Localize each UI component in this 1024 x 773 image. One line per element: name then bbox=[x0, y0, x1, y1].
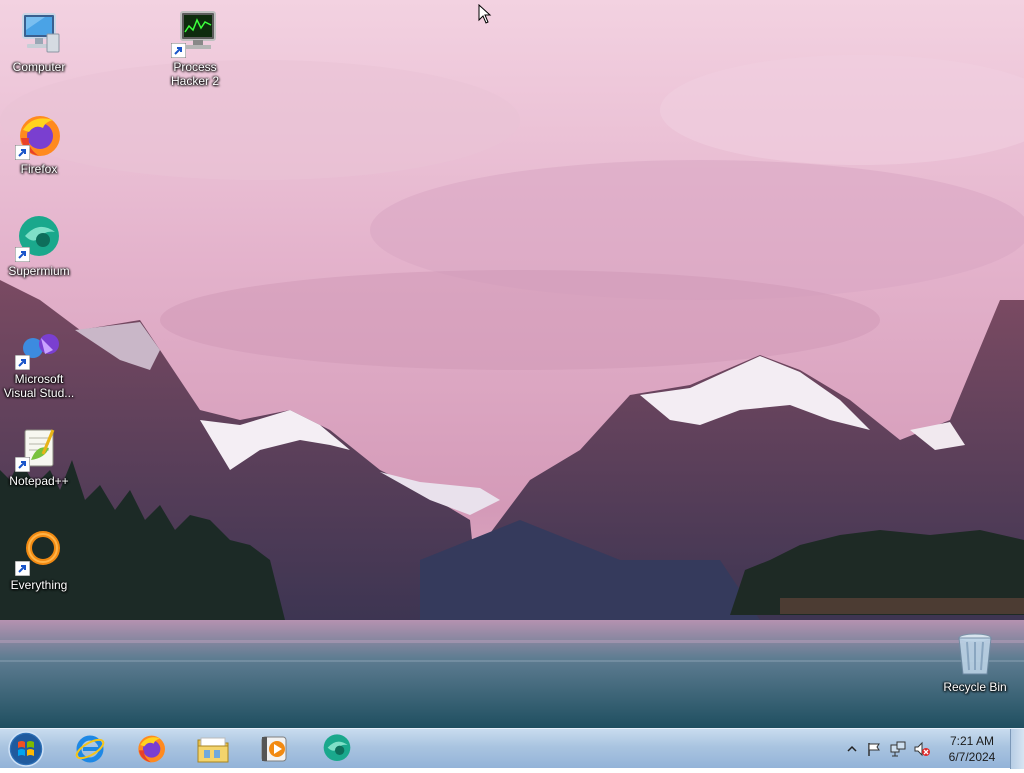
taskbar-firefox[interactable] bbox=[131, 731, 171, 767]
desktop-icon-process-hacker[interactable]: Process Hacker 2 bbox=[157, 10, 233, 88]
desktop[interactable]: Computer Process Hacker 2 Firefox Superm… bbox=[0, 0, 1024, 728]
clock-date: 6/7/2024 bbox=[948, 750, 996, 764]
file-explorer-icon bbox=[197, 737, 229, 763]
shortcut-arrow-icon bbox=[15, 457, 30, 472]
firefox-icon bbox=[15, 112, 63, 160]
shortcut-arrow-icon bbox=[15, 355, 30, 370]
desktop-icon-label: Process Hacker 2 bbox=[170, 60, 220, 88]
windows-logo-icon bbox=[8, 731, 44, 767]
internet-explorer-icon bbox=[75, 735, 105, 763]
desktop-icon-label: Recycle Bin bbox=[943, 680, 1007, 694]
firefox-icon bbox=[138, 735, 165, 763]
start-button[interactable] bbox=[6, 730, 46, 768]
taskbar-media-player[interactable] bbox=[254, 731, 294, 767]
media-player-icon bbox=[261, 736, 287, 762]
taskbar-supermium[interactable] bbox=[317, 731, 357, 767]
process-hacker-icon bbox=[171, 10, 219, 58]
computer-icon bbox=[15, 10, 63, 58]
clock-time: 7:21 AM bbox=[949, 734, 995, 748]
desktop-icon-notepadpp[interactable]: Notepad++ bbox=[1, 424, 77, 488]
desktop-icon-label: Firefox bbox=[20, 162, 58, 176]
shortcut-arrow-icon bbox=[15, 247, 30, 262]
notepadpp-icon bbox=[15, 424, 63, 472]
wallpaper bbox=[0, 0, 1024, 728]
show-hidden-icons-icon[interactable] bbox=[844, 741, 860, 757]
desktop-icon-everything[interactable]: Everything bbox=[1, 528, 77, 592]
recycle-bin-icon bbox=[951, 630, 999, 678]
desktop-icon-supermium[interactable]: Supermium bbox=[1, 214, 77, 278]
taskbar: 7:21 AM 6/7/2024 bbox=[0, 728, 1024, 769]
desktop-icon-visual-studio[interactable]: Microsoft Visual Stud... bbox=[1, 330, 77, 400]
supermium-icon bbox=[15, 214, 63, 262]
supermium-icon bbox=[323, 734, 351, 761]
desktop-icon-label: Everything bbox=[10, 578, 68, 592]
network-icon[interactable] bbox=[890, 741, 906, 757]
shortcut-arrow-icon bbox=[15, 561, 30, 576]
desktop-icon-computer[interactable]: Computer bbox=[1, 10, 77, 74]
visual-studio-icon bbox=[15, 330, 63, 370]
everything-icon bbox=[15, 528, 63, 576]
desktop-icon-recycle-bin[interactable]: Recycle Bin bbox=[937, 630, 1013, 694]
mouse-cursor-icon bbox=[478, 4, 492, 24]
taskbar-file-explorer[interactable] bbox=[193, 731, 233, 767]
taskbar-internet-explorer[interactable] bbox=[70, 731, 110, 767]
show-desktop-button[interactable] bbox=[1010, 729, 1024, 769]
shortcut-arrow-icon bbox=[171, 43, 186, 58]
shortcut-arrow-icon bbox=[15, 145, 30, 160]
action-center-flag-icon[interactable] bbox=[866, 741, 882, 757]
desktop-icon-label: Microsoft Visual Stud... bbox=[3, 372, 75, 400]
desktop-icon-label: Computer bbox=[12, 60, 66, 74]
system-clock[interactable]: 7:21 AM 6/7/2024 bbox=[926, 733, 1018, 765]
desktop-icon-firefox[interactable]: Firefox bbox=[1, 112, 77, 176]
desktop-icon-label: Supermium bbox=[8, 264, 70, 278]
desktop-icon-label: Notepad++ bbox=[9, 474, 69, 488]
